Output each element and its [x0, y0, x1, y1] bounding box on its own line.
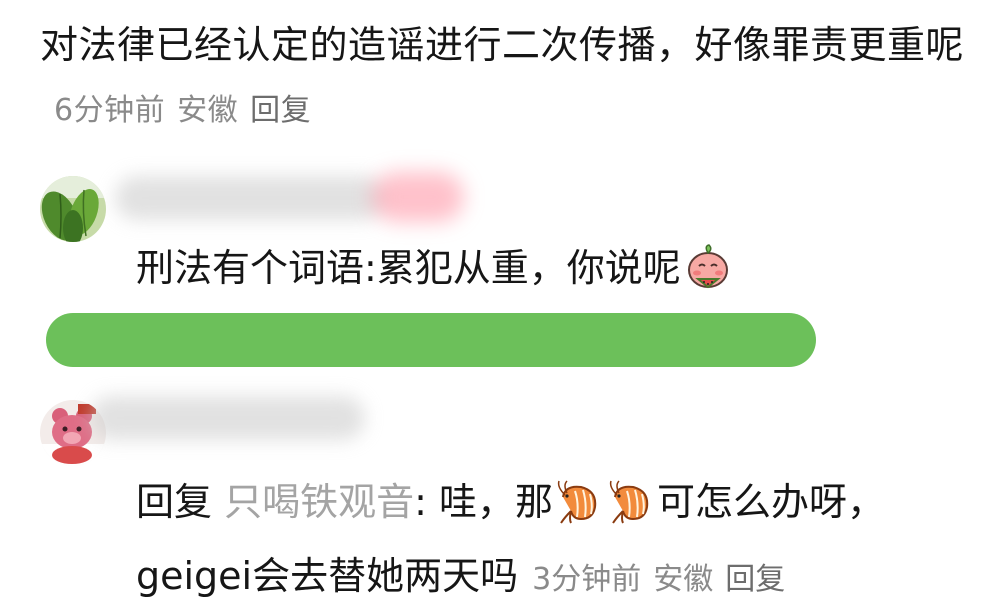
reply-2-meta: 3分钟前 安徽 回复: [532, 562, 797, 597]
blurred-username: [115, 176, 385, 220]
peach-emoji-icon: [685, 243, 731, 304]
redaction-mark: [46, 313, 816, 367]
top-comment: 对法律已经认定的造谣进行二次传播，好像罪责更重呢 6分钟前 安徽 回复: [40, 14, 970, 142]
comment-thread: 对法律已经认定的造谣进行二次传播，好像罪责更重呢6分钟前 安徽 回复 刑法有个词语:…: [0, 0, 984, 612]
reply-2-time: 3分钟前: [532, 562, 642, 597]
shrimp-emoji-icon: [555, 479, 603, 544]
top-comment-text: 对法律已经认定的造谣进行二次传播，好像罪责更重呢: [40, 23, 965, 67]
reply-2-location: 安徽: [653, 562, 714, 597]
tea-leaf-avatar-image: [40, 176, 106, 242]
reply-2: 回复 只喝铁观音: 哇，那 可怎么办呀，geigei会去替她两天吗 3分钟前 安徽回…: [136, 470, 956, 612]
top-comment-reply-button[interactable]: 回复: [250, 93, 311, 128]
reply-2-prefix: 回复: [136, 480, 213, 524]
reply-2-target-user[interactable]: 只喝铁观音: [224, 480, 414, 524]
blurred-username: [90, 396, 365, 440]
avatar[interactable]: [40, 176, 106, 242]
reply-2-colon: :: [414, 480, 427, 524]
reply-2-reply-button[interactable]: 回复: [725, 562, 785, 597]
top-comment-meta: 6分钟前 安徽 回复: [54, 93, 323, 128]
top-comment-location: 安徽: [177, 93, 239, 128]
blurred-badge: [372, 172, 464, 222]
reply-1-text: 刑法有个词语:累犯从重，你说呢: [136, 246, 681, 290]
shrimp-emoji-icon: [607, 479, 655, 544]
reply-2-text-before: 哇，那: [426, 480, 554, 524]
reply-1: 刑法有个词语:累犯从重，你说呢: [136, 240, 731, 304]
top-comment-time: 6分钟前: [54, 93, 166, 128]
